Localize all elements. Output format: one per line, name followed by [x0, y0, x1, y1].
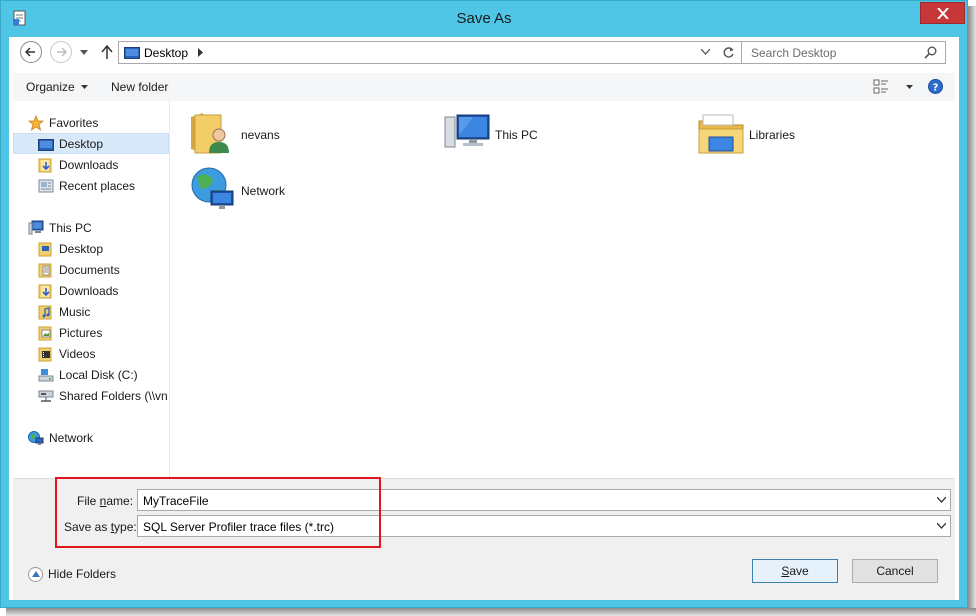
- search-box[interactable]: Search Desktop: [741, 41, 946, 64]
- refresh-icon[interactable]: [722, 46, 735, 59]
- nav-thispc-shared-folders[interactable]: Shared Folders (\\vn: [13, 385, 169, 406]
- user-folder-icon: [191, 113, 229, 154]
- nav-thispc-videos[interactable]: Videos: [13, 343, 169, 364]
- videos-icon: [38, 347, 52, 362]
- nav-thispc-music[interactable]: Music: [13, 301, 169, 322]
- chevron-down-icon[interactable]: [937, 497, 946, 503]
- list-item-label: Libraries: [749, 128, 796, 142]
- list-item-libraries[interactable]: Libraries: [697, 109, 917, 165]
- desktop-icon: [124, 47, 140, 59]
- local-disk-icon: [38, 369, 54, 382]
- hide-folders-label: Hide Folders: [48, 567, 117, 581]
- file-list[interactable]: nevans This PC Libraries Network: [171, 101, 957, 478]
- nav-this-pc-label: This PC: [49, 221, 92, 235]
- window-title: Save As: [456, 10, 512, 27]
- chevron-down-icon[interactable]: [937, 523, 946, 529]
- nav-network[interactable]: Network: [13, 427, 169, 448]
- nav-thispc-desktop[interactable]: Desktop: [13, 238, 169, 259]
- star-icon: [28, 115, 44, 131]
- forward-button[interactable]: [50, 41, 72, 63]
- nav-item-label: Pictures: [59, 326, 103, 340]
- shared-folders-icon: [38, 390, 54, 402]
- nav-item-label: Recent places: [59, 179, 136, 193]
- nav-item-label: Desktop: [59, 242, 104, 256]
- back-button[interactable]: [20, 41, 42, 63]
- nav-item-label: Local Disk (C:): [59, 368, 138, 382]
- change-view-icon[interactable]: [873, 79, 889, 94]
- music-icon: [38, 305, 52, 320]
- recent-locations-chevron-icon[interactable]: [80, 50, 88, 55]
- libraries-icon: [698, 114, 744, 154]
- downloads-icon: [38, 284, 52, 299]
- network-icon: [191, 167, 234, 209]
- nav-thispc-pictures[interactable]: Pictures: [13, 322, 169, 343]
- nav-favorites-label: Favorites: [49, 116, 99, 130]
- computer-icon: [28, 220, 44, 235]
- organize-dropdown-icon[interactable]: [81, 85, 88, 89]
- forward-arrow-icon: [57, 47, 67, 57]
- search-input[interactable]: Search Desktop: [751, 46, 836, 60]
- organize-button[interactable]: Organize: [26, 80, 75, 94]
- desktop-folder-icon: [38, 242, 52, 257]
- nav-item-label: Desktop: [59, 137, 104, 151]
- nav-thispc-downloads[interactable]: Downloads: [13, 280, 169, 301]
- nav-item-label: Shared Folders (\\vn: [59, 389, 168, 403]
- view-options-dropdown-icon[interactable]: [906, 85, 913, 89]
- downloads-icon: [38, 158, 52, 173]
- close-icon: [937, 8, 949, 19]
- chevron-up-icon: [28, 567, 43, 582]
- title-bar[interactable]: Save As: [1, 1, 967, 37]
- computer-icon: [444, 114, 490, 148]
- list-item-this-pc[interactable]: This PC: [443, 109, 663, 165]
- window-shadow-bottom: [6, 608, 976, 616]
- chevron-down-icon[interactable]: [701, 49, 710, 55]
- desktop-icon: [38, 139, 54, 151]
- list-item-label: This PC: [495, 128, 538, 142]
- nav-favorites-desktop[interactable]: Desktop: [13, 133, 169, 154]
- list-item-label: nevans: [241, 128, 280, 142]
- nav-item-label: Documents: [59, 263, 120, 277]
- window-shadow-right: [968, 6, 976, 614]
- search-icon[interactable]: [924, 46, 937, 59]
- nav-network-label: Network: [49, 431, 94, 445]
- nav-item-label: Downloads: [59, 158, 119, 172]
- nav-item-label: Downloads: [59, 284, 119, 298]
- navigation-pane[interactable]: Favorites Desktop Downloads Recent place…: [13, 101, 170, 478]
- nav-thispc-documents[interactable]: Documents: [13, 259, 169, 280]
- new-folder-button[interactable]: New folder: [111, 80, 168, 94]
- close-button[interactable]: [920, 2, 965, 24]
- chevron-right-icon[interactable]: [198, 48, 203, 57]
- network-icon: [28, 431, 44, 445]
- cancel-button[interactable]: Cancel: [852, 559, 938, 583]
- pictures-icon: [38, 326, 52, 341]
- save-button[interactable]: Save: [752, 559, 838, 583]
- list-item-label: Network: [241, 184, 286, 198]
- address-location[interactable]: Desktop: [144, 46, 188, 60]
- back-arrow-icon: [25, 47, 35, 57]
- command-bar: Organize New folder ?: [13, 73, 955, 101]
- svg-text:?: ?: [933, 83, 939, 94]
- help-icon[interactable]: ?: [928, 79, 943, 94]
- list-item-network[interactable]: Network: [189, 165, 409, 221]
- nav-item-label: Music: [59, 305, 91, 319]
- nav-favorites[interactable]: Favorites: [13, 112, 169, 133]
- address-bar[interactable]: Desktop: [118, 41, 742, 64]
- highlight-annotation-box: [55, 477, 381, 548]
- nav-item-label: Videos: [59, 347, 96, 361]
- nav-favorites-recent-places[interactable]: Recent places: [13, 175, 169, 196]
- nav-favorites-downloads[interactable]: Downloads: [13, 154, 169, 175]
- documents-icon: [38, 263, 52, 278]
- up-arrow-icon[interactable]: [101, 45, 113, 59]
- nav-this-pc[interactable]: This PC: [13, 217, 169, 238]
- list-item-nevans[interactable]: nevans: [189, 109, 409, 165]
- recent-places-icon: [38, 179, 54, 193]
- nav-thispc-local-disk[interactable]: Local Disk (C:): [13, 364, 169, 385]
